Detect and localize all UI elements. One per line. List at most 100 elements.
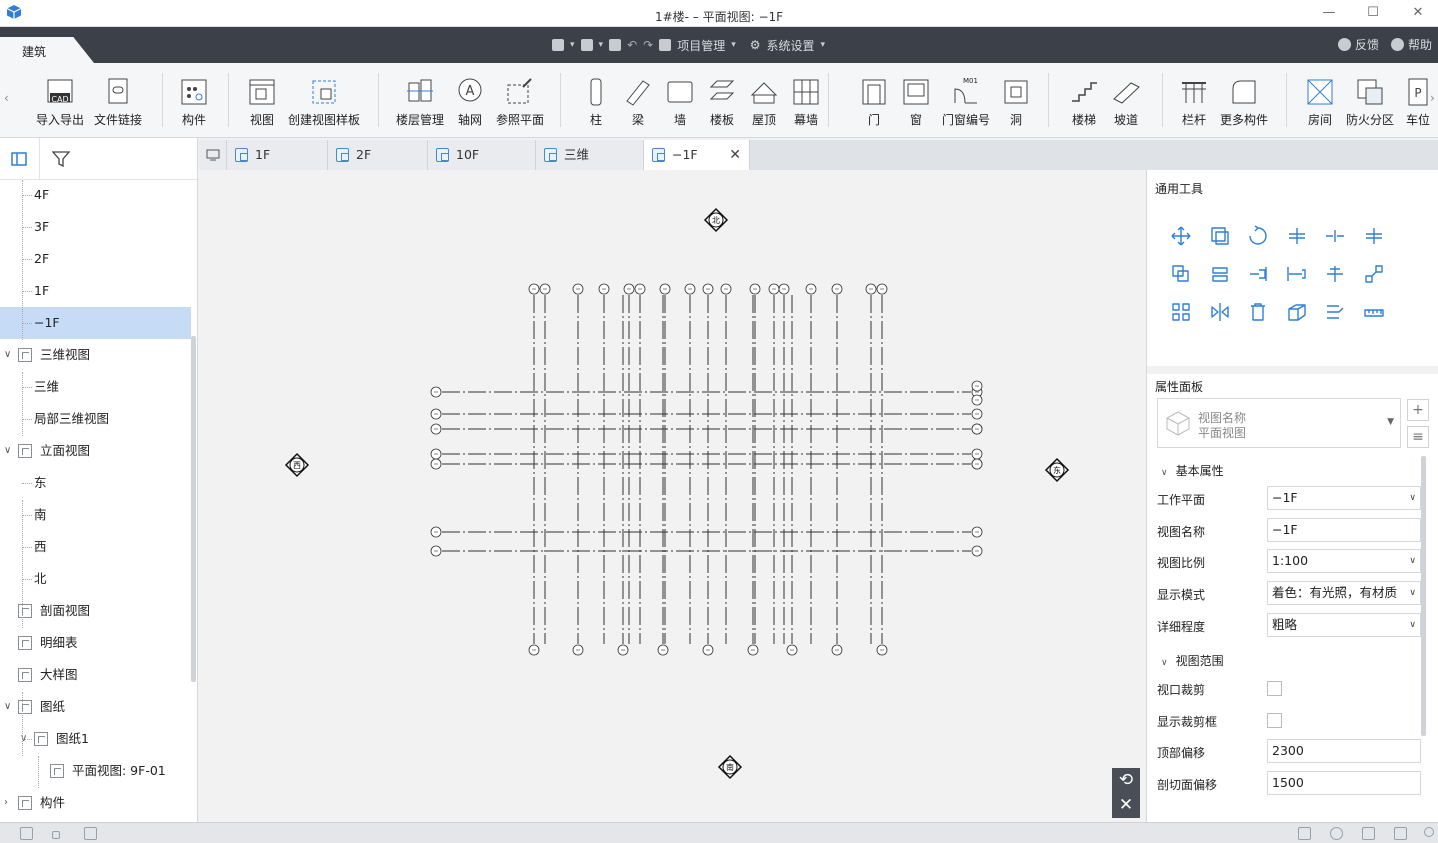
tree-item[interactable]: 1F bbox=[0, 275, 191, 307]
tree-item[interactable]: 局部三维视图 bbox=[0, 403, 191, 435]
elevation-marker-west[interactable]: 西 bbox=[284, 452, 310, 478]
trim-icon[interactable] bbox=[1286, 225, 1308, 247]
tree-item[interactable]: 南 bbox=[0, 499, 191, 531]
tree-item[interactable]: ∨ 三维视图 bbox=[0, 339, 191, 371]
tree-item[interactable]: 明细表 bbox=[0, 627, 191, 659]
filter-icon[interactable] bbox=[52, 151, 70, 167]
chevron-down-icon[interactable]: ∨ bbox=[4, 691, 11, 723]
close-float-icon[interactable]: ✕ bbox=[1112, 793, 1140, 818]
redo-icon[interactable]: ↷ bbox=[643, 38, 653, 52]
status-grid-icon[interactable] bbox=[20, 827, 33, 840]
property-input[interactable]: −1F bbox=[1267, 517, 1421, 542]
property-select[interactable]: 1:100 ∨ bbox=[1267, 549, 1421, 574]
group-view-range[interactable]: ∨ 视图范围 bbox=[1161, 652, 1224, 669]
tree-item[interactable]: 剖面视图 bbox=[0, 595, 191, 627]
property-input[interactable]: 2300 bbox=[1267, 739, 1421, 764]
minimize-button[interactable]: — bbox=[1319, 4, 1339, 22]
status-snap-icon[interactable] bbox=[52, 831, 60, 839]
tree-item[interactable]: ∨ 立面视图 bbox=[0, 435, 191, 467]
elevation-marker-north[interactable]: 北 bbox=[703, 207, 729, 233]
chevron-down-icon[interactable]: ▾ bbox=[731, 40, 736, 50]
status-box-icon[interactable] bbox=[1394, 827, 1407, 840]
reset-view-icon[interactable]: ⟲ bbox=[1112, 768, 1140, 793]
ribbon-slab-button[interactable]: 楼板 bbox=[707, 77, 737, 127]
tree-item[interactable]: › 构件 bbox=[0, 787, 191, 819]
attach-icon[interactable] bbox=[1324, 301, 1346, 323]
close-window-button[interactable]: ✕ bbox=[1408, 4, 1428, 22]
status-display-icon[interactable] bbox=[1362, 827, 1375, 840]
help-button[interactable]: 帮助 bbox=[1390, 36, 1432, 53]
system-settings-menu[interactable]: 系统设置 bbox=[767, 37, 815, 54]
rotate-icon[interactable] bbox=[1247, 225, 1269, 247]
property-checkbox[interactable] bbox=[1267, 681, 1282, 696]
props-scrollbar[interactable] bbox=[1421, 456, 1426, 736]
status-tool-icon[interactable] bbox=[1298, 827, 1311, 840]
tab-view[interactable]: 10F bbox=[428, 140, 536, 170]
tree-item[interactable]: 三维 bbox=[0, 371, 191, 403]
split-icon[interactable] bbox=[1324, 225, 1346, 247]
status-layout-icon[interactable] bbox=[84, 827, 97, 840]
ribbon-column-button[interactable]: 柱 bbox=[581, 77, 611, 127]
copy-icon[interactable] bbox=[1209, 225, 1231, 247]
ribbon-view-template-button[interactable]: 创建视图样板 bbox=[285, 77, 363, 127]
mirror-icon[interactable] bbox=[1209, 301, 1231, 323]
property-input[interactable]: 1500 bbox=[1267, 771, 1421, 796]
tree-item[interactable]: 大样图 bbox=[0, 659, 191, 691]
ribbon-opening-button[interactable]: 洞 bbox=[1001, 77, 1031, 127]
chevron-down-icon[interactable]: ∨ bbox=[4, 339, 11, 371]
property-checkbox[interactable] bbox=[1267, 712, 1282, 728]
tab-view[interactable]: 1F bbox=[227, 140, 328, 170]
ribbon-cad-import-button[interactable]: CAD 导入导出 bbox=[34, 77, 86, 127]
property-select[interactable]: −1F ∨ bbox=[1267, 486, 1421, 510]
ribbon-room-button[interactable]: 房间 bbox=[1305, 77, 1335, 127]
elevation-marker-east[interactable]: 东 bbox=[1044, 457, 1070, 483]
chevron-down-icon[interactable]: ▾ bbox=[599, 40, 604, 50]
delete-icon[interactable] bbox=[1247, 301, 1269, 323]
join-icon[interactable] bbox=[1324, 263, 1346, 285]
ribbon-grid-axis-button[interactable]: A 轴网 bbox=[455, 77, 485, 127]
view-type-selector[interactable]: 视图名称 平面视图 ▼ bbox=[1157, 398, 1401, 448]
ribbon-door-button[interactable]: 门 bbox=[859, 77, 889, 127]
open-folder-icon[interactable] bbox=[552, 39, 564, 51]
ribbon-door-window-tag-button[interactable]: M01 门窗编号 bbox=[940, 77, 992, 127]
tree-scrollbar[interactable] bbox=[191, 336, 196, 682]
measure-icon[interactable] bbox=[1363, 301, 1385, 323]
ribbon-floor-manage-button[interactable]: 楼层管理 bbox=[394, 77, 446, 127]
chevron-down-icon[interactable]: ▾ bbox=[570, 40, 575, 50]
property-select[interactable]: 粗略 ∨ bbox=[1267, 612, 1421, 637]
add-type-button[interactable]: + bbox=[1407, 399, 1429, 421]
feedback-button[interactable]: 反馈 bbox=[1337, 36, 1379, 53]
chevron-right-icon[interactable]: › bbox=[4, 787, 8, 819]
tree-item[interactable]: ∨ 图纸1 bbox=[0, 723, 191, 755]
undo-icon[interactable]: ↶ bbox=[627, 38, 637, 52]
align-icon[interactable] bbox=[1209, 263, 1231, 285]
tab-view[interactable]: −1F ✕ bbox=[644, 140, 750, 170]
ribbon-file-link-button[interactable]: 文件链接 bbox=[92, 77, 144, 127]
chevron-down-icon[interactable]: ▾ bbox=[821, 40, 826, 50]
ribbon-roof-button[interactable]: 屋顶 bbox=[749, 77, 779, 127]
tab-architecture[interactable]: 建筑 bbox=[0, 37, 94, 63]
tab-view[interactable]: 2F bbox=[328, 140, 428, 170]
package-icon[interactable] bbox=[580, 39, 593, 51]
ribbon-curtain-wall-button[interactable]: 幕墙 bbox=[791, 77, 821, 127]
tree-item[interactable]: 平面视图: 9F-01 bbox=[0, 755, 191, 787]
tab-view[interactable]: 三维 bbox=[536, 140, 644, 170]
ribbon-component-button[interactable]: 构件 bbox=[179, 77, 209, 127]
status-light-icon[interactable] bbox=[1330, 827, 1343, 840]
ribbon-railing-button[interactable]: 栏杆 bbox=[1179, 77, 1209, 127]
scale-icon[interactable] bbox=[1363, 263, 1385, 285]
type-settings-button[interactable]: ≡ bbox=[1407, 426, 1429, 448]
elevation-marker-south[interactable]: 南 bbox=[717, 754, 743, 780]
ribbon-beam-button[interactable]: 梁 bbox=[623, 77, 653, 127]
tab-list-button[interactable] bbox=[199, 140, 227, 170]
project-manage-menu[interactable]: 项目管理 bbox=[677, 37, 725, 54]
tree-item[interactable]: 东 bbox=[0, 467, 191, 499]
ribbon-ramp-button[interactable]: 坡道 bbox=[1111, 77, 1141, 127]
3d-box-icon[interactable] bbox=[1286, 301, 1308, 323]
mirror-line-icon[interactable] bbox=[1286, 263, 1308, 285]
ribbon-fire-zone-button[interactable]: 防火分区 bbox=[1344, 77, 1396, 127]
extend-icon[interactable] bbox=[1363, 225, 1385, 247]
ribbon-wall-button[interactable]: 墙 bbox=[665, 77, 695, 127]
tree-item[interactable]: −1F bbox=[0, 307, 191, 339]
ribbon-stair-button[interactable]: 楼梯 bbox=[1069, 77, 1099, 127]
